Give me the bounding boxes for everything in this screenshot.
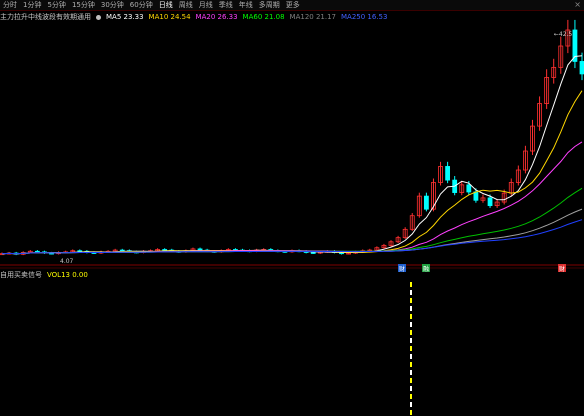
high-price-label: ←42.5 bbox=[554, 31, 573, 38]
sub-indicator-name[interactable]: 自用买卖信号 bbox=[0, 270, 42, 280]
candle-body bbox=[197, 248, 203, 251]
candle-body bbox=[310, 252, 316, 254]
ma250-line bbox=[1, 219, 583, 255]
candle-body bbox=[445, 166, 451, 181]
candle-body bbox=[466, 184, 472, 193]
sub-legend-vol13: VOL13 0.00 bbox=[47, 271, 88, 279]
ma20-line bbox=[1, 141, 583, 255]
candle-body bbox=[579, 61, 584, 75]
ma5-line bbox=[1, 55, 583, 255]
candle-body bbox=[487, 197, 493, 207]
event-marker-label-1: 融 bbox=[423, 265, 429, 273]
kline-chart: ←42.5 4.07 财 融 财 bbox=[0, 19, 584, 415]
candle-body bbox=[423, 195, 429, 210]
event-marker-label-0: 财 bbox=[399, 265, 405, 273]
event-marker-label-2: 财 bbox=[559, 265, 565, 273]
candle-body bbox=[473, 191, 479, 201]
ma10-line bbox=[1, 90, 583, 255]
sub-indicator-legend: 自用买卖信号 VOL13 0.00 bbox=[0, 270, 93, 280]
low-price-label: 4.07 bbox=[60, 258, 74, 265]
